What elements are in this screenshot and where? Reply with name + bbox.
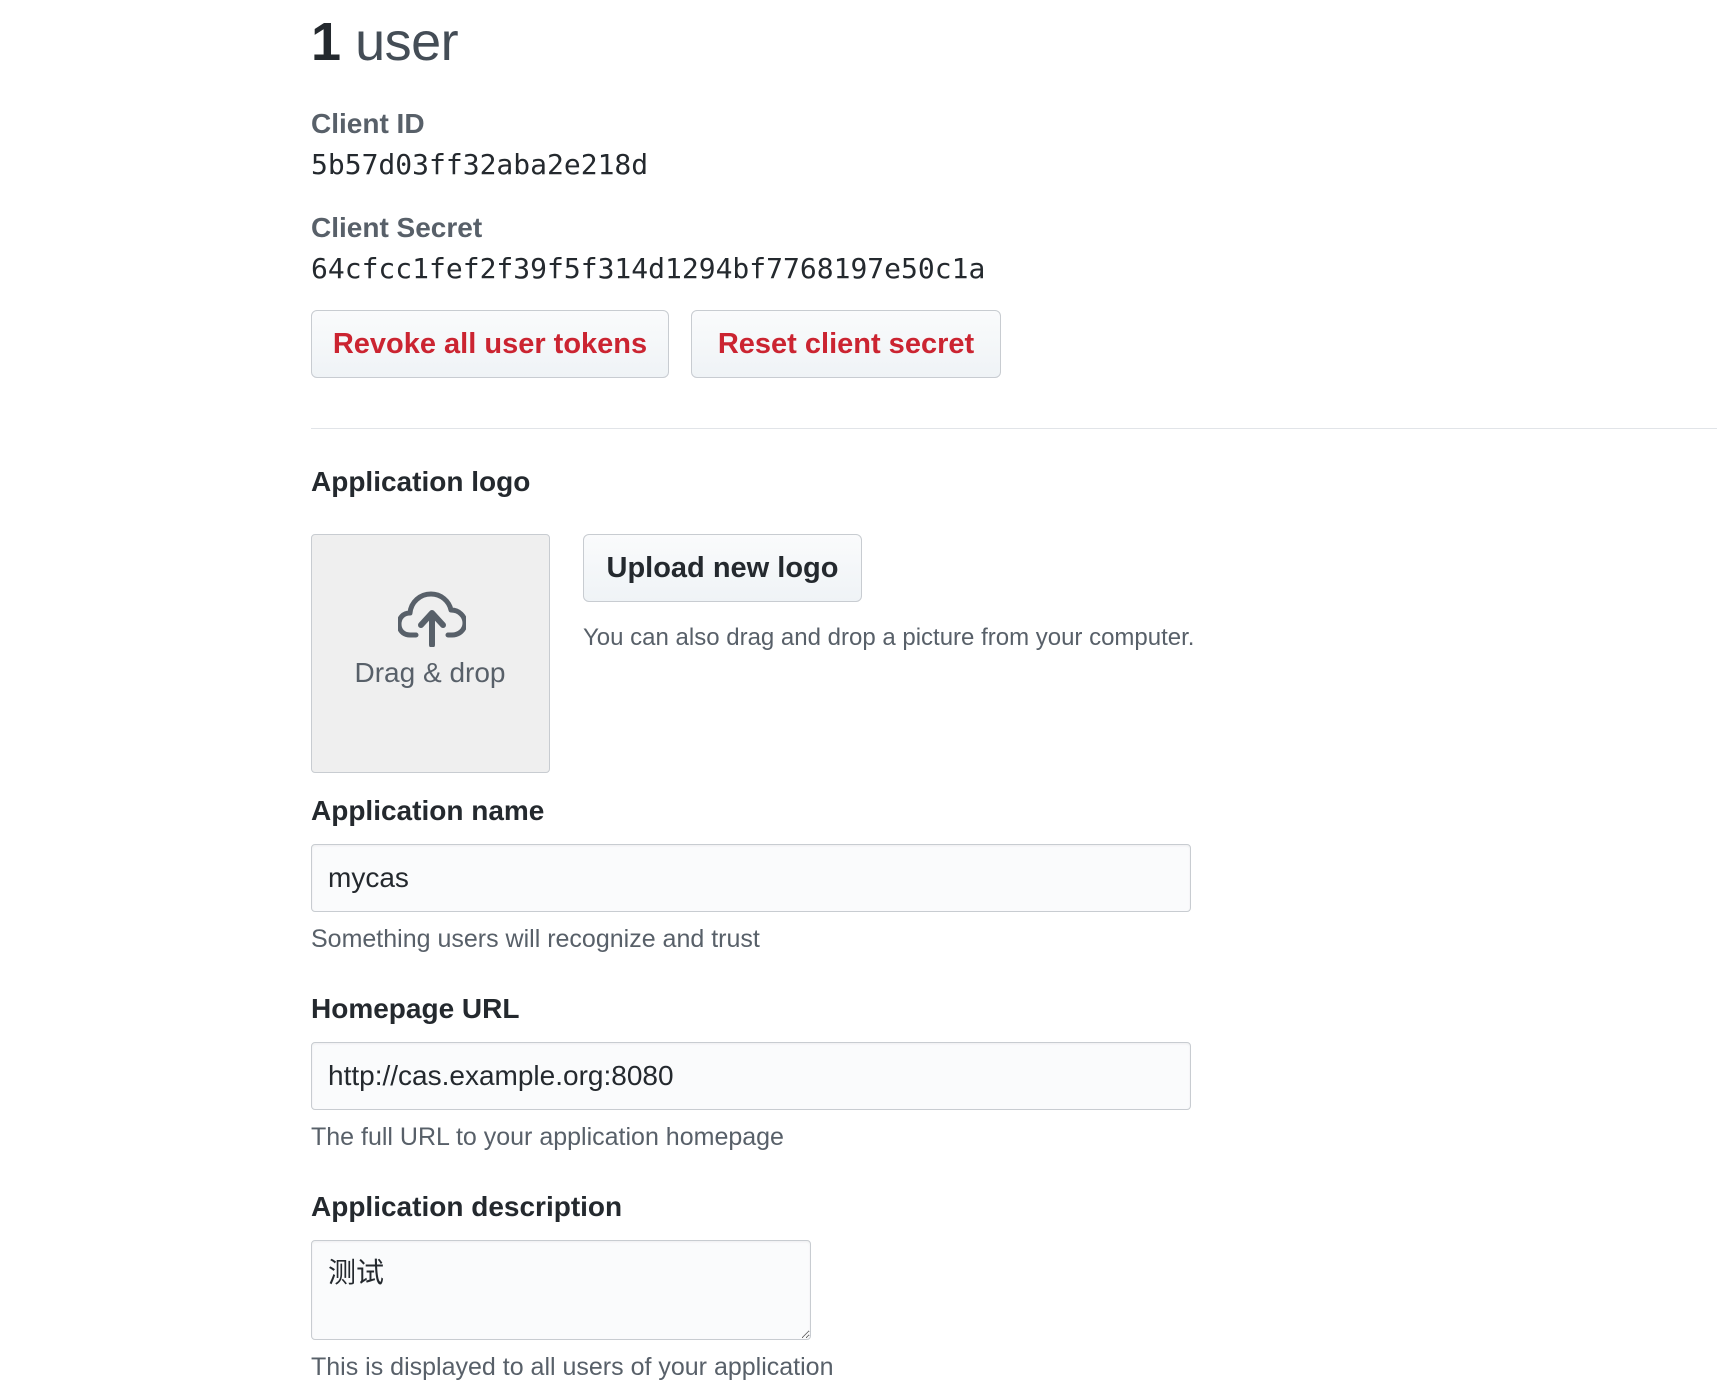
client-secret-label: Client Secret <box>311 212 483 243</box>
dropzone-text: Drag & drop <box>354 657 506 688</box>
application-description-label: Application description <box>311 1191 623 1222</box>
application-name-label: Application name <box>311 795 545 826</box>
section-divider <box>311 428 1717 429</box>
revoke-all-user-tokens-button[interactable]: Revoke all user tokens <box>311 310 669 378</box>
application-logo-label: Application logo <box>311 466 531 497</box>
upload-note: You can also drag and drop a picture fro… <box>583 624 1195 651</box>
application-name-hint: Something users will recognize and trust <box>311 925 760 953</box>
client-secret-value: 64cfcc1fef2f39f5f314d1294bf7768197e50c1a <box>311 252 986 285</box>
user-count-word: user <box>355 12 459 72</box>
cloud-upload-icon <box>398 591 466 647</box>
upload-new-logo-button[interactable]: Upload new logo <box>583 534 862 602</box>
homepage-url-hint: The full URL to your application homepag… <box>311 1123 784 1151</box>
user-count-heading: 1 user <box>311 6 459 78</box>
logo-dropzone[interactable]: Drag & drop <box>311 534 550 773</box>
homepage-url-label: Homepage URL <box>311 993 520 1024</box>
client-id-value: 5b57d03ff32aba2e218d <box>311 148 649 181</box>
application-description-textarea[interactable]: 测试 <box>311 1240 811 1340</box>
user-count-number: 1 <box>311 12 341 72</box>
reset-client-secret-button[interactable]: Reset client secret <box>691 310 1001 378</box>
application-name-input[interactable] <box>311 844 1191 912</box>
client-id-label: Client ID <box>311 108 425 139</box>
application-description-hint: This is displayed to all users of your a… <box>311 1353 834 1381</box>
homepage-url-input[interactable] <box>311 1042 1191 1110</box>
